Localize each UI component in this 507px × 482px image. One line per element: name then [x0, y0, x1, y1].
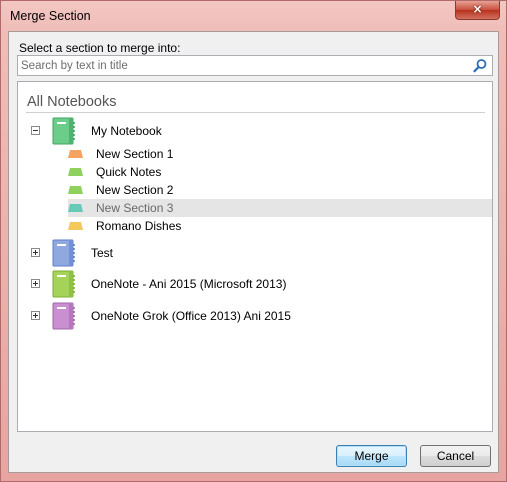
- search-icon[interactable]: [472, 58, 488, 74]
- section-tab-icon: [68, 168, 83, 176]
- section-item[interactable]: New Section 2: [68, 181, 492, 199]
- section-tab-icon: [68, 150, 83, 158]
- collapse-toggle-my-notebook[interactable]: [31, 126, 40, 135]
- search-input[interactable]: [18, 56, 471, 75]
- expand-toggle-onenote-grok[interactable]: [31, 311, 40, 320]
- section-item[interactable]: New Section 1: [68, 145, 492, 163]
- merge-prompt-label: Select a section to merge into:: [19, 41, 181, 55]
- title-bar[interactable]: Merge Section ×: [1, 1, 506, 31]
- notebook-label[interactable]: Test: [91, 246, 113, 260]
- close-icon: ×: [472, 2, 483, 16]
- section-label: New Section 3: [96, 201, 174, 215]
- section-item[interactable]: Quick Notes: [68, 163, 492, 181]
- section-tab-icon: [68, 186, 83, 194]
- dialog-body: Select a section to merge into: All Note…: [8, 31, 499, 473]
- notebook-label[interactable]: My Notebook: [91, 124, 162, 138]
- section-label: Romano Dishes: [96, 219, 182, 233]
- section-tab-icon: [68, 222, 83, 230]
- all-notebooks-heading: All Notebooks: [27, 94, 117, 110]
- notebook-label[interactable]: OneNote Grok (Office 2013) Ani 2015: [91, 309, 291, 323]
- notebook-icon: [52, 239, 75, 267]
- cancel-button[interactable]: Cancel: [420, 445, 491, 467]
- expand-toggle-onenote-ani-2015[interactable]: [31, 279, 40, 288]
- notebook-tree[interactable]: All Notebooks My Notebook New Section 1 …: [17, 81, 493, 432]
- merge-section-dialog: Merge Section × Select a section to merg…: [0, 0, 507, 482]
- section-label: New Section 1: [96, 147, 174, 161]
- notebook-icon: [52, 117, 75, 145]
- search-box[interactable]: [17, 55, 493, 76]
- notebook-icon: [52, 302, 75, 330]
- notebook-label[interactable]: OneNote - Ani 2015 (Microsoft 2013): [91, 277, 286, 291]
- expand-toggle-test[interactable]: [31, 248, 40, 257]
- section-item[interactable]: Romano Dishes: [68, 217, 492, 235]
- heading-divider: [26, 112, 485, 113]
- merge-button[interactable]: Merge: [336, 445, 407, 467]
- notebook-icon: [52, 270, 75, 298]
- window-title: Merge Section: [10, 9, 91, 23]
- section-label: New Section 2: [96, 183, 174, 197]
- section-tab-icon: [68, 204, 83, 212]
- section-item-selected[interactable]: New Section 3: [68, 199, 492, 217]
- section-label: Quick Notes: [96, 165, 162, 179]
- close-button[interactable]: ×: [455, 1, 500, 20]
